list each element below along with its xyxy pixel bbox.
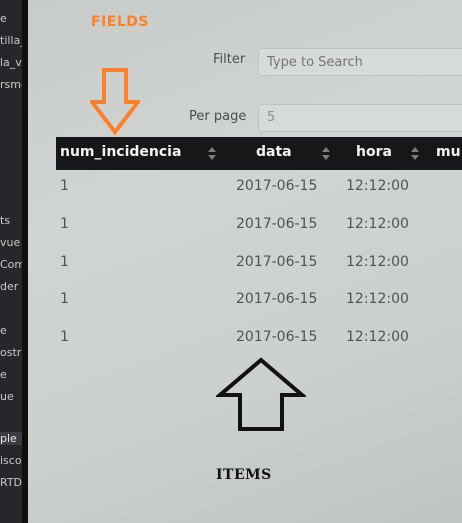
cell-data: 2017-06-15 xyxy=(236,291,318,307)
sidebar-file-item[interactable]: RTD xyxy=(0,476,22,489)
cell-num-incidencia: 1 xyxy=(60,178,69,194)
cell-hora: 12:12:00 xyxy=(346,178,409,194)
editor-sidebar: e tilla_ la_v rsmo ts vue Com der e ostr… xyxy=(0,0,22,523)
cell-hora: 12:12:00 xyxy=(346,291,409,307)
table-row: 1 2017-06-15 12:12:00 xyxy=(56,291,462,329)
cell-hora: 12:12:00 xyxy=(346,329,409,345)
cell-hora: 12:12:00 xyxy=(346,254,409,270)
cell-num-incidencia: 1 xyxy=(60,254,69,270)
sort-icon[interactable] xyxy=(322,147,330,161)
sidebar-file-item[interactable]: vue xyxy=(0,236,22,249)
cell-num-incidencia: 1 xyxy=(60,329,69,345)
table-row: 1 2017-06-15 12:12:00 xyxy=(56,216,462,254)
sidebar-file-item[interactable]: la_v xyxy=(0,56,22,69)
cell-num-incidencia: 1 xyxy=(60,216,69,232)
fields-annotation-label: FIELDS xyxy=(91,14,149,30)
per-page-select[interactable]: 5 xyxy=(258,104,462,132)
per-page-value: 5 xyxy=(267,110,276,125)
filter-label: Filter xyxy=(213,52,246,67)
sidebar-file-item[interactable]: ue xyxy=(0,390,22,403)
sidebar-file-item[interactable]: der xyxy=(0,280,22,293)
sidebar-file-item[interactable]: isco xyxy=(0,454,22,467)
arrow-up-icon xyxy=(216,357,306,431)
filter-search-input[interactable] xyxy=(258,48,462,76)
sort-icon[interactable] xyxy=(411,147,419,161)
items-annotation-label: ITEMS xyxy=(216,467,272,483)
cell-data: 2017-06-15 xyxy=(236,178,318,194)
table-row: 1 2017-06-15 12:12:00 xyxy=(56,178,462,216)
column-header-hora[interactable]: hora xyxy=(356,144,392,160)
main-screen: FIELDS Filter Per page 5 num_incidencia … xyxy=(28,0,462,523)
sidebar-file-item[interactable]: ostr xyxy=(0,346,22,359)
cell-hora: 12:12:00 xyxy=(346,216,409,232)
column-header-mu[interactable]: mu xyxy=(436,144,461,160)
sort-icon[interactable] xyxy=(208,147,216,161)
sidebar-file-item[interactable]: tilla_ xyxy=(0,34,22,47)
sidebar-file-item[interactable]: Com xyxy=(0,258,22,271)
cell-num-incidencia: 1 xyxy=(60,291,69,307)
cell-data: 2017-06-15 xyxy=(236,329,318,345)
arrow-down-icon xyxy=(90,68,140,136)
table-header: num_incidencia data hora mu xyxy=(56,137,462,170)
cell-data: 2017-06-15 xyxy=(236,254,318,270)
sidebar-file-item[interactable]: e xyxy=(0,324,22,337)
sidebar-file-item[interactable]: ts xyxy=(0,214,22,227)
sidebar-file-item[interactable]: rsmo xyxy=(0,78,22,91)
sidebar-file-item[interactable]: e xyxy=(0,368,22,381)
sidebar-file-item[interactable]: e xyxy=(0,12,22,25)
sidebar-file-item-selected[interactable]: ple xyxy=(0,432,22,445)
table-row: 1 2017-06-15 12:12:00 xyxy=(56,254,462,292)
column-header-num-incidencia[interactable]: num_incidencia xyxy=(60,144,181,160)
cell-data: 2017-06-15 xyxy=(236,216,318,232)
column-header-data[interactable]: data xyxy=(256,144,292,160)
per-page-label: Per page xyxy=(189,109,247,124)
